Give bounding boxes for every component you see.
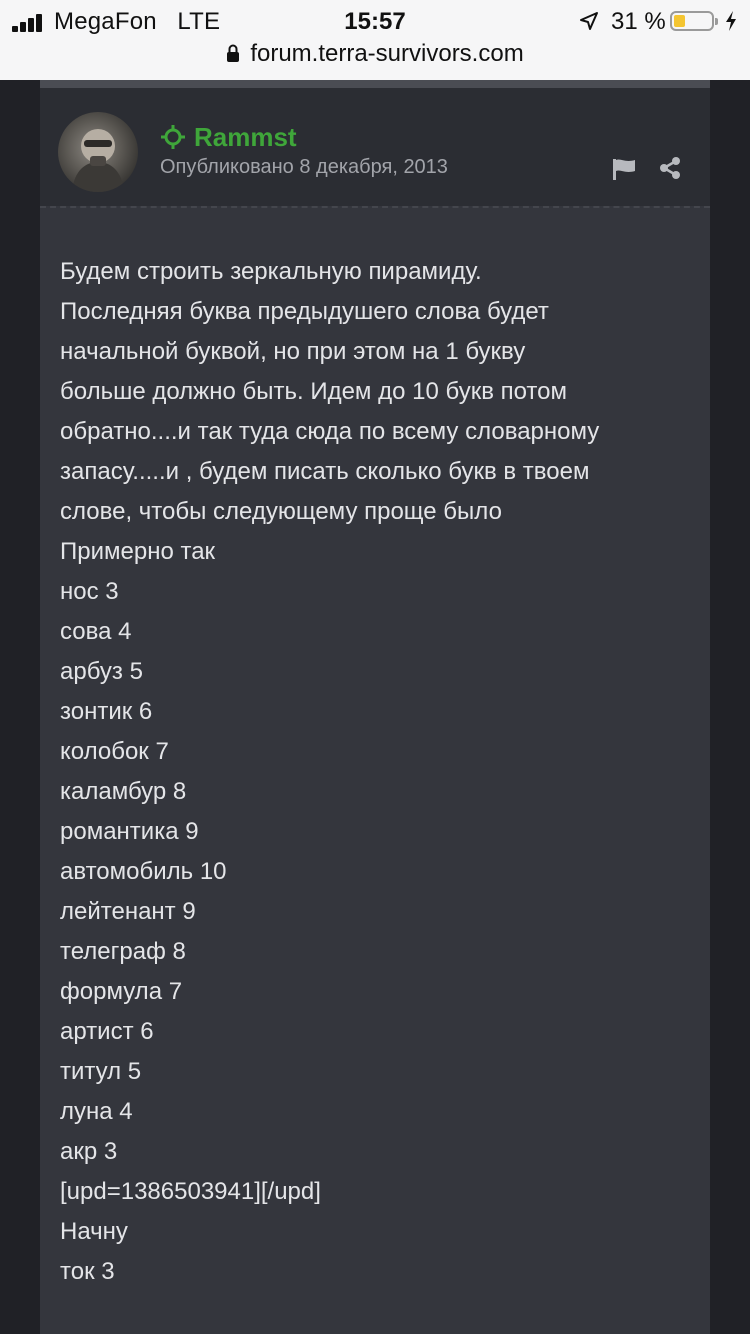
avatar[interactable] (58, 112, 138, 192)
post-top-divider (40, 80, 710, 88)
status-bar: MegaFon LTE 15:57 31 % forum.terra-survi… (0, 0, 750, 80)
post-line: Последняя буква предыдушего слова будет (60, 298, 549, 325)
crosshair-icon (161, 125, 185, 149)
post-line: романтика 9 (60, 818, 199, 845)
location-arrow-icon (580, 12, 598, 30)
post-line: луна 4 (60, 1098, 133, 1125)
post-line: запасу.....и , будем писать сколько букв… (60, 458, 590, 485)
header-divider (40, 206, 710, 208)
post-line: [upd=1386503941][/upd] (60, 1178, 321, 1205)
post-content: Будем строить зеркальную пирамиду. После… (60, 252, 680, 1292)
post-line: слове, чтобы следующему проще было (60, 498, 502, 525)
flag-icon[interactable] (612, 158, 636, 180)
post-line: артист 6 (60, 1018, 154, 1045)
post-line: колобок 7 (60, 738, 169, 765)
post-line: Будем строить зеркальную пирамиду. (60, 258, 482, 285)
author-name[interactable]: Rammst (160, 122, 297, 152)
post-line: зонтик 6 (60, 698, 153, 725)
lock-icon (227, 44, 240, 62)
published-date: Опубликовано 8 декабря, 2013 (160, 156, 448, 178)
forum-post: Rammst Опубликовано 8 декабря, 2013 Буде… (40, 80, 710, 1334)
post-line: автомобиль 10 (60, 858, 227, 885)
post-line: телеграф 8 (60, 938, 186, 965)
battery-fill (674, 15, 685, 27)
post-line: начальной буквой, но при этом на 1 букву (60, 338, 526, 365)
address-bar[interactable]: forum.terra-survivors.com (0, 40, 750, 68)
post-header: Rammst Опубликовано 8 декабря, 2013 (40, 88, 710, 206)
post-line: лейтенант 9 (60, 898, 196, 925)
post-line: акр 3 (60, 1138, 118, 1165)
url-text: forum.terra-survivors.com (250, 40, 524, 67)
right-gutter (710, 80, 750, 1334)
post-line: нос 3 (60, 578, 119, 605)
battery-percent: 31 % (611, 8, 666, 35)
post-line: больше должно быть. Идем до 10 букв пото… (60, 378, 567, 405)
avatar-image (72, 129, 124, 192)
post-line: обратно....и так туда сюда по всему слов… (60, 418, 600, 445)
author-name-text: Rammst (194, 121, 297, 152)
battery-icon (670, 11, 718, 31)
post-line: каламбур 8 (60, 778, 187, 805)
post-line: Начну (60, 1218, 128, 1245)
post-line: Примерно так (60, 538, 216, 565)
charging-bolt-icon (726, 11, 736, 31)
post-line: формула 7 (60, 978, 183, 1005)
post-line: сова 4 (60, 618, 132, 645)
share-icon[interactable] (658, 156, 682, 180)
post-line: ток 3 (60, 1258, 115, 1285)
post-line: титул 5 (60, 1058, 142, 1085)
post-line: арбуз 5 (60, 658, 143, 685)
left-gutter (0, 80, 40, 1334)
